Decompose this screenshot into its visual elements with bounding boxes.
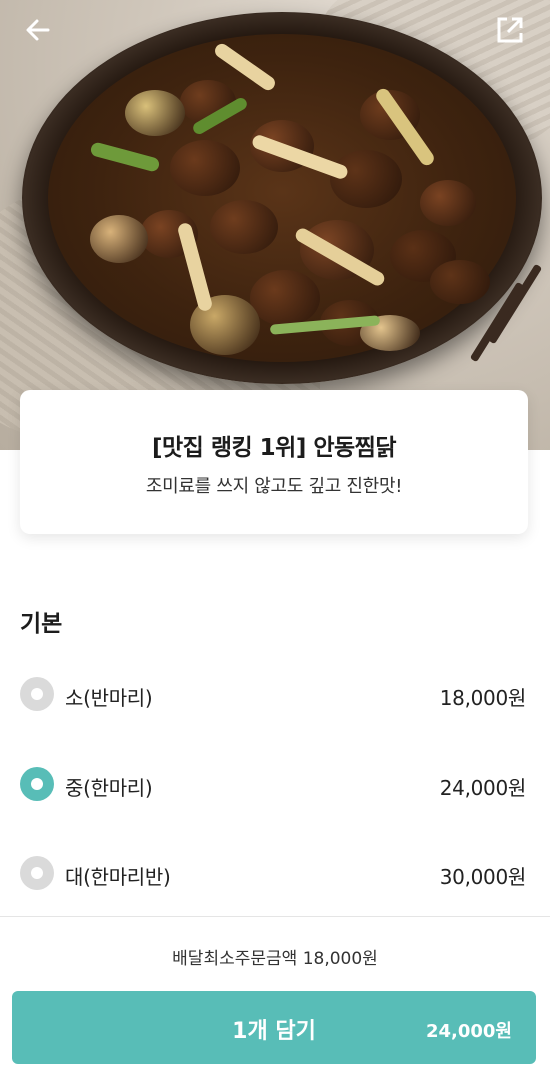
footer-divider (0, 916, 550, 917)
food-piece (430, 260, 490, 304)
product-title: [맛집 랭킹 1위] 안동찜닭 (152, 435, 397, 461)
option-price: 24,000원 (439, 776, 527, 800)
back-button[interactable] (18, 10, 58, 50)
radio-button[interactable] (20, 856, 54, 890)
arrow-left-icon (26, 19, 50, 41)
expand-share-icon (497, 17, 523, 43)
food-piece (250, 270, 320, 326)
cart-button-price: 24,000원 (425, 1021, 512, 1042)
option-price: 30,000원 (439, 865, 527, 889)
option-label: 대(한마리반) (65, 865, 171, 889)
option-row[interactable]: 소(반마리) 18,000원 (0, 669, 550, 719)
option-label: 중(한마리) (65, 776, 153, 800)
option-row[interactable]: 중(한마리) 24,000원 (0, 759, 550, 809)
radio-button[interactable] (20, 767, 54, 801)
share-button[interactable] (490, 10, 530, 50)
product-info-card: [맛집 랭킹 1위] 안동찜닭 조미료를 쓰지 않고도 깊고 진한맛! (20, 390, 528, 534)
product-subtitle: 조미료를 쓰지 않고도 깊고 진한맛! (145, 476, 403, 497)
food-piece (170, 140, 240, 196)
food-piece (210, 200, 278, 254)
food-piece (90, 215, 148, 263)
food-piece (420, 180, 476, 226)
min-order-amount: 배달최소주문금액 18,000원 (172, 949, 378, 969)
add-to-cart-button[interactable]: 1개 담기 24,000원 (12, 991, 536, 1064)
option-row[interactable]: 대(한마리반) 30,000원 (0, 848, 550, 898)
option-label: 소(반마리) (65, 686, 153, 710)
food-piece (125, 90, 185, 136)
radio-button[interactable] (20, 677, 54, 711)
hero-image (0, 0, 550, 450)
option-price: 18,000원 (439, 686, 527, 710)
option-section-title: 기본 (20, 611, 63, 637)
